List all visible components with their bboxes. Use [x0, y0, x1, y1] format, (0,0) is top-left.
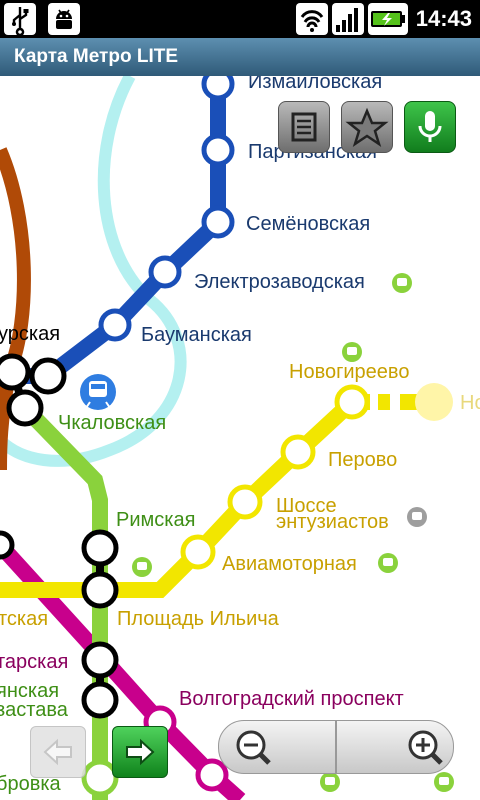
forward-arrow-icon	[126, 738, 155, 766]
station-label: Римская	[116, 509, 195, 531]
back-button[interactable]	[30, 726, 86, 778]
station-label: урская	[0, 323, 60, 345]
railway-icon	[378, 553, 398, 573]
station-chkalovskaya[interactable]	[6, 389, 44, 427]
train-station-icon	[80, 374, 116, 410]
microphone-icon	[418, 111, 442, 142]
railway-icon	[434, 772, 454, 792]
status-bar: 14:43	[0, 0, 480, 38]
station-elektrozavodskaya[interactable]	[148, 255, 182, 289]
station-rimskaya[interactable]	[81, 529, 119, 567]
android-debug-icon	[48, 3, 80, 35]
wifi-icon	[296, 3, 328, 35]
railway-icon	[392, 273, 412, 293]
app-title-bar: Карта Метро LITE	[0, 38, 480, 76]
station-partizanskaya[interactable]	[201, 133, 235, 167]
station-label: Семёновская	[246, 213, 370, 235]
list-icon	[291, 112, 317, 142]
station-proletarskaya[interactable]	[81, 641, 119, 679]
signal-icon	[332, 3, 364, 35]
station-perovo[interactable]	[280, 434, 316, 470]
back-arrow-icon	[43, 738, 72, 766]
station-shosse-entuziastov[interactable]	[227, 484, 263, 520]
station-label: Перово	[328, 449, 397, 471]
station-label: Авиамоторная	[222, 553, 357, 575]
station-baumanskaya[interactable]	[98, 308, 132, 342]
app-title: Карта Метро LITE	[14, 46, 179, 67]
favorites-button[interactable]	[341, 101, 393, 153]
station-aviamotornaya[interactable]	[180, 534, 216, 570]
star-icon	[345, 107, 389, 147]
station-label: Чкаловская	[58, 412, 166, 434]
station-kurskaya-ring[interactable]	[0, 353, 31, 391]
station-novogireevo[interactable]	[334, 384, 370, 420]
clock: 14:43	[415, 6, 472, 31]
zoom-in-button[interactable]	[336, 720, 454, 774]
voice-search-button[interactable]	[404, 101, 456, 153]
station-label: тская	[0, 608, 48, 630]
station-ploshchad-ilyicha[interactable]	[81, 571, 119, 609]
railway-icon	[132, 557, 152, 577]
railway-icon	[407, 507, 427, 527]
zoom-in-icon	[408, 730, 443, 765]
station-label: тарская	[0, 651, 68, 673]
metro-map[interactable]: Измайловская Партизанская Семёновская Эл…	[0, 76, 480, 800]
usb-icon	[4, 3, 36, 37]
station-krestyanskaya-zastava[interactable]	[81, 681, 119, 719]
station-marker-planned	[415, 383, 453, 421]
station-label: Площадь Ильича	[117, 608, 280, 630]
zoom-out-icon	[236, 730, 271, 765]
station-kurskaya-blue[interactable]	[29, 357, 67, 395]
station-magenta-edge	[0, 530, 15, 560]
station-list-button[interactable]	[278, 101, 330, 153]
railway-icon	[320, 772, 340, 792]
station-label: энтузиастов	[276, 511, 389, 533]
forward-button[interactable]	[112, 726, 168, 778]
battery-charging-icon	[368, 3, 408, 35]
station-label: Измайловская	[248, 76, 382, 93]
station-label: Но	[460, 392, 480, 414]
station-label: Бауманская	[141, 324, 252, 346]
station-izmaylovskaya[interactable]	[201, 76, 235, 101]
station-semyonovskaya[interactable]	[201, 205, 235, 239]
station-label: застава	[0, 699, 69, 721]
station-label: Новогиреево	[289, 361, 409, 383]
station-label: Электрозаводская	[194, 271, 365, 293]
zoom-out-button[interactable]	[218, 720, 336, 774]
station-label: Волгоградский проспект	[179, 688, 404, 710]
railway-icon	[342, 342, 362, 362]
